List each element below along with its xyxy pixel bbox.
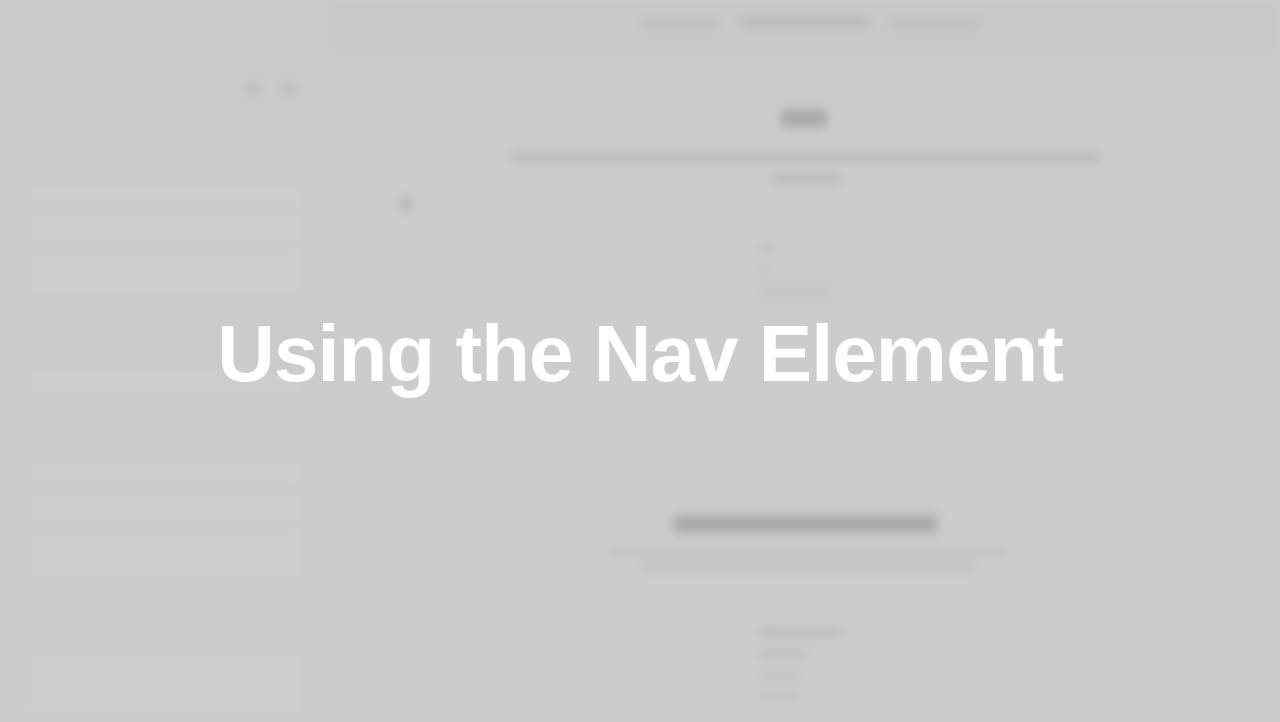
canvas-list-line [759, 245, 775, 251]
canvas-heading-block [673, 515, 937, 533]
canvas-list-line [759, 629, 843, 636]
top-nav-item [641, 18, 719, 26]
top-bar [331, 0, 1280, 51]
sidebar-row [22, 494, 300, 525]
tool-icon [281, 84, 297, 94]
canvas-text-block [771, 175, 841, 183]
canvas-list-line [759, 289, 831, 295]
sidebar-row [22, 264, 300, 294]
section-divider [421, 423, 1201, 424]
sidebar-row [22, 180, 300, 211]
top-nav-item [741, 18, 869, 26]
sidebar-card [18, 642, 306, 722]
overlay-title: Using the Nav Element [217, 309, 1064, 398]
top-nav [641, 18, 979, 26]
canvas-text-block [611, 549, 1007, 555]
canvas-list-line [759, 673, 801, 679]
canvas-list-line [759, 265, 769, 271]
drag-handle-icon [401, 199, 411, 209]
canvas-list-line [759, 651, 807, 658]
top-nav-item [891, 18, 979, 26]
sidebar-tools [245, 84, 297, 94]
tool-icon [245, 84, 261, 94]
canvas-list-line [759, 693, 799, 699]
sidebar-row [22, 214, 300, 245]
canvas-heading-block [781, 109, 827, 127]
canvas-text-block [641, 563, 975, 569]
sidebar-row [22, 458, 300, 489]
canvas-text-block [511, 153, 1101, 161]
